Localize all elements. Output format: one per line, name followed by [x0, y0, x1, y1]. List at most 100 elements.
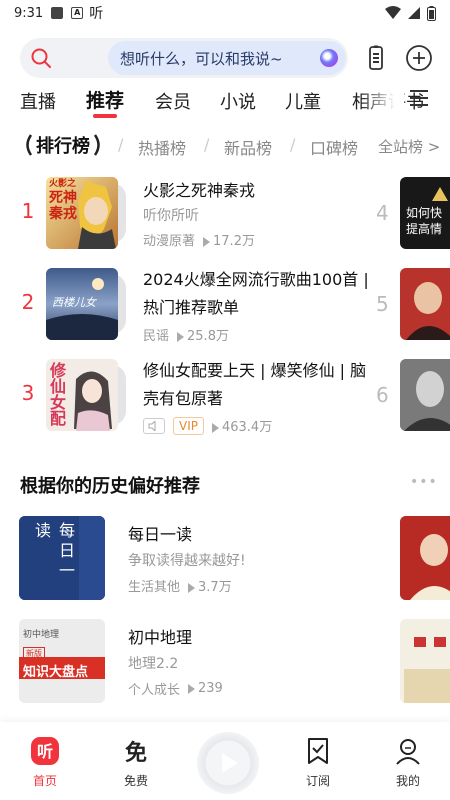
profile-icon: [396, 739, 420, 765]
album-cover-peek[interactable]: [400, 359, 450, 431]
nav-home[interactable]: 听 首页: [15, 736, 75, 789]
rank-number: 6: [376, 383, 389, 407]
tab-hot-rank[interactable]: 热播榜: [138, 135, 186, 159]
nav-label: 订阅: [305, 774, 330, 788]
status-bar: 9:31 A 听: [0, 0, 450, 26]
menu-icon[interactable]: [408, 88, 430, 108]
nav-label: 首页: [32, 774, 57, 788]
item-subtitle: 地理2.2: [128, 656, 179, 672]
status-indicators: [385, 5, 436, 21]
ai-search-prompt[interactable]: 想听什么，可以和我说~: [108, 41, 346, 75]
cover-text: 如何快 提高情: [406, 206, 443, 236]
recommend-list-item[interactable]: 初中地理 知识大盘点 新版 初中地理 地理2.2 个人成长 239: [0, 619, 400, 703]
play-count: 239: [198, 681, 223, 696]
album-cover-peek[interactable]: [400, 268, 450, 340]
cover-title: 火影之 死神 秦戎: [49, 179, 77, 222]
item-tag: 生活其他: [128, 580, 181, 595]
tab-recommend[interactable]: 推荐: [86, 86, 124, 113]
tab-novel[interactable]: 小说: [220, 88, 256, 114]
rank-number: 1: [21, 199, 35, 223]
divider: /: [290, 135, 296, 154]
album-cover: 初中地理 知识大盘点 新版: [19, 619, 105, 703]
audio-badge: [143, 417, 165, 434]
tab-reputation-rank[interactable]: 口碑榜: [310, 135, 358, 159]
lamp-icon: [432, 187, 448, 201]
play-count: 17.2万: [213, 234, 255, 249]
play-count-icon: [177, 331, 185, 342]
divider: /: [204, 135, 210, 154]
vip-badge: VIP: [173, 416, 204, 435]
nav-profile[interactable]: 我的: [378, 736, 438, 789]
nav-label: 免费: [123, 774, 148, 788]
subscribe-icon: [308, 738, 328, 764]
bottom-navigation: 听 首页 免 免费 订阅 我的: [0, 722, 450, 800]
player-button[interactable]: [197, 732, 259, 794]
item-title: 修仙女配要上天 | 爆笑修仙 | 脑壳有包原著: [143, 361, 367, 408]
album-cover: 每日一读: [19, 516, 105, 600]
search-bar[interactable]: 想听什么，可以和我说~: [20, 38, 348, 78]
album-cover-peek[interactable]: [400, 516, 450, 600]
album-cover: 修仙女配: [46, 359, 118, 431]
ranking-title[interactable]: 排行榜: [20, 132, 106, 158]
rank-number: 3: [21, 381, 35, 405]
cover-title: 知识大盘点: [23, 665, 89, 680]
album-cover: 西楼儿女: [46, 268, 118, 340]
item-meta: 生活其他 3.7万: [128, 576, 232, 595]
free-icon: 免: [125, 740, 147, 766]
item-meta: VIP 463.4万: [143, 416, 272, 435]
category-tabs: 直播 推荐 会员 小说 儿童 相声评书: [0, 84, 450, 120]
battery-status-icon: [427, 5, 436, 21]
notification-square-icon: [51, 7, 64, 19]
play-count-icon: [188, 683, 196, 694]
play-icon: [222, 753, 238, 773]
ranking-header: 排行榜 / 热播榜 / 新品榜 / 口碑榜 全站榜 >: [0, 132, 450, 160]
play-count-icon: [188, 582, 196, 593]
notification-ting-icon: 听: [89, 6, 104, 22]
item-tag: 动漫原著: [143, 234, 196, 249]
tab-new-rank[interactable]: 新品榜: [224, 135, 272, 159]
item-tag: 民谣: [143, 329, 170, 344]
tab-live[interactable]: 直播: [20, 88, 56, 114]
rank-list-item[interactable]: 2 西楼儿女 2024火爆全网流行歌曲100首 | 热门推荐歌单 民谣 25.8…: [0, 268, 400, 344]
ranking-title-text: 排行榜: [36, 136, 90, 157]
laurel-left-icon: [26, 134, 33, 156]
cover-badge: 新版: [23, 647, 45, 660]
item-title: 初中地理: [128, 628, 193, 647]
item-title: 每日一读: [128, 525, 193, 544]
item-subtitle: 争取读得越来越好!: [128, 553, 246, 569]
signal-icon: [408, 7, 420, 19]
play-count-icon: [203, 236, 211, 247]
all-ranks-link[interactable]: 全站榜 >: [376, 136, 441, 157]
divider: /: [118, 135, 124, 154]
search-icon: [31, 48, 51, 68]
svg-text:免: 免: [125, 740, 147, 766]
play-count-icon: [211, 422, 219, 433]
active-tab-indicator: [93, 114, 117, 118]
recommend-list-item[interactable]: 每日一读 每日一读 争取读得越来越好! 生活其他 3.7万: [0, 516, 400, 600]
play-count: 463.4万: [221, 420, 273, 435]
nav-label: 我的: [395, 774, 420, 788]
status-time: 9:31: [14, 5, 44, 21]
album-cover-peek[interactable]: 如何快 提高情: [400, 177, 450, 249]
ting-home-icon: 听: [31, 737, 59, 765]
item-tag: 个人成长: [128, 683, 181, 698]
cover-title: 每日一读: [32, 522, 75, 582]
rank-number: 2: [21, 290, 35, 314]
top-bar: 想听什么，可以和我说~: [0, 38, 450, 80]
nav-free[interactable]: 免 免费: [106, 736, 166, 789]
tab-children[interactable]: 儿童: [285, 88, 321, 114]
item-meta: 个人成长 239: [128, 679, 223, 698]
rank-list-item[interactable]: 1 火影之 死神 秦戎 火影之死神秦戎 听你所听 动漫原著 17.2万: [0, 177, 400, 253]
nav-subscribe[interactable]: 订阅: [288, 736, 348, 789]
cover-subtitle: 初中地理: [23, 630, 60, 640]
notification-a-icon: A: [71, 7, 84, 19]
item-author: 听你所听: [143, 208, 199, 224]
add-circle-icon[interactable]: [405, 44, 433, 72]
album-cover-peek[interactable]: [400, 619, 450, 703]
rank-number: 5: [376, 292, 389, 316]
more-options-icon[interactable]: •••: [410, 474, 438, 490]
rank-list-item[interactable]: 3 修仙女配 修仙女配要上天 | 爆笑修仙 | 脑壳有包原著 VIP 463.4…: [0, 359, 400, 435]
play-count: 3.7万: [198, 580, 232, 595]
tab-vip[interactable]: 会员: [155, 88, 191, 114]
ranking-phone-icon[interactable]: [366, 45, 386, 71]
